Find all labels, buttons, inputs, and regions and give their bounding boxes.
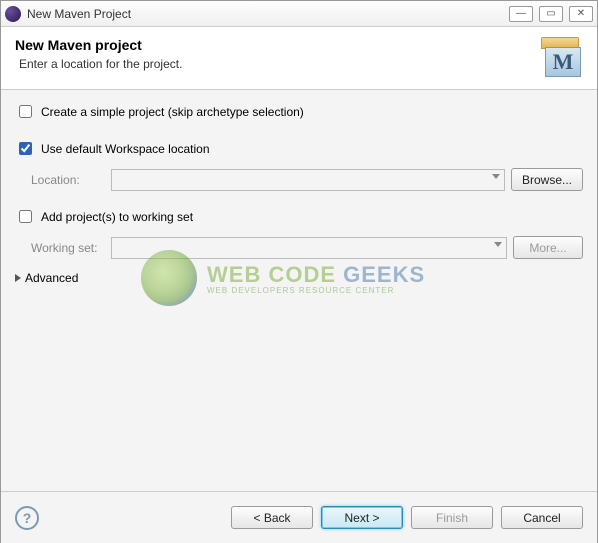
working-set-input[interactable]	[19, 210, 32, 223]
location-label: Location:	[31, 173, 111, 187]
title-bar: New Maven Project — ▭ ✕	[1, 1, 597, 27]
location-field[interactable]	[111, 169, 505, 191]
window-title: New Maven Project	[27, 7, 509, 21]
advanced-label: Advanced	[25, 271, 78, 285]
chevron-down-icon	[492, 174, 500, 179]
cancel-button[interactable]: Cancel	[501, 506, 583, 529]
window-controls: — ▭ ✕	[509, 6, 593, 22]
caret-right-icon	[15, 274, 21, 282]
dialog-header: New Maven project Enter a location for t…	[1, 27, 597, 90]
page-title: New Maven project	[15, 37, 535, 53]
default-location-input[interactable]	[19, 142, 32, 155]
more-button[interactable]: More...	[513, 236, 583, 259]
working-set-checkbox-label: Add project(s) to working set	[41, 210, 193, 224]
browse-button[interactable]: Browse...	[511, 168, 583, 191]
maximize-button[interactable]: ▭	[539, 6, 563, 22]
working-set-label: Working set:	[31, 241, 111, 255]
simple-project-checkbox[interactable]: Create a simple project (skip archetype …	[15, 102, 304, 121]
page-subtitle: Enter a location for the project.	[15, 57, 535, 71]
default-location-checkbox[interactable]: Use default Workspace location	[15, 139, 210, 158]
working-set-checkbox[interactable]: Add project(s) to working set	[15, 207, 193, 226]
advanced-toggle[interactable]: Advanced	[15, 271, 583, 285]
back-button[interactable]: < Back	[231, 506, 313, 529]
watermark-line2: WEB DEVELOPERS RESOURCE CENTER	[207, 286, 425, 295]
maven-icon: M	[535, 37, 583, 77]
simple-project-label: Create a simple project (skip archetype …	[41, 105, 304, 119]
default-location-label: Use default Workspace location	[41, 142, 210, 156]
help-icon[interactable]: ?	[15, 506, 39, 530]
minimize-button[interactable]: —	[509, 6, 533, 22]
working-set-field[interactable]	[111, 237, 507, 259]
simple-project-input[interactable]	[19, 105, 32, 118]
finish-button[interactable]: Finish	[411, 506, 493, 529]
chevron-down-icon	[494, 242, 502, 247]
dialog-footer: ? < Back Next > Finish Cancel	[1, 491, 597, 543]
dialog-content: Create a simple project (skip archetype …	[1, 90, 597, 491]
close-button[interactable]: ✕	[569, 6, 593, 22]
next-button[interactable]: Next >	[321, 506, 403, 529]
eclipse-icon	[5, 6, 21, 22]
